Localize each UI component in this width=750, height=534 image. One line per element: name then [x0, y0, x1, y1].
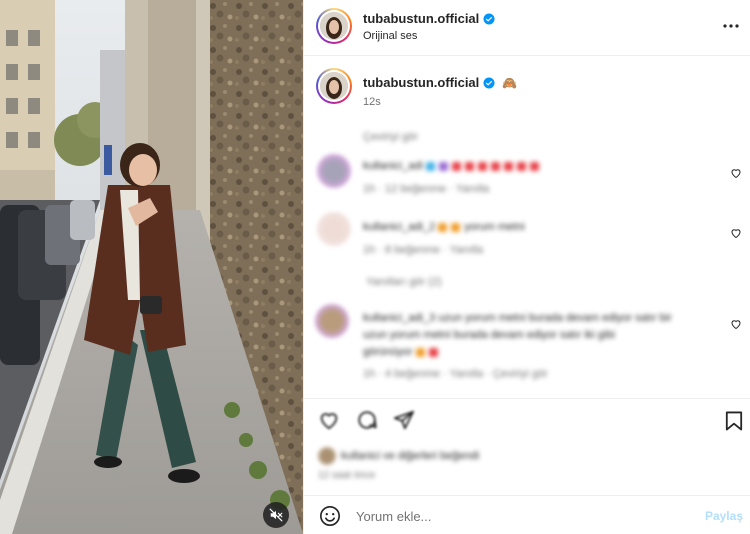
- heart-outline-icon: [731, 229, 741, 239]
- heart-outline-icon: [320, 413, 338, 430]
- avatar[interactable]: [316, 8, 352, 44]
- post-date: 12 saat önce: [318, 470, 376, 481]
- caption: tubabustun.official 🙈: [363, 75, 517, 90]
- save-button[interactable]: [723, 410, 745, 432]
- comment-meta: 1h · 8 beğenme · Yanıtla: [363, 244, 484, 256]
- comment-text-line: uzun yorum metni burada devam ediyor sat…: [363, 329, 615, 341]
- comment-text-line: görünüyor: [363, 346, 442, 358]
- more-horizontal-icon: [723, 24, 739, 28]
- post-comment-button[interactable]: Paylaş: [705, 509, 743, 523]
- post-details-panel: tubabustun.official Orijinal ses tubabus…: [303, 0, 750, 534]
- likes-avatar[interactable]: [318, 447, 336, 465]
- share-icon: [393, 410, 415, 430]
- comment-avatar[interactable]: [317, 154, 351, 188]
- caption-timestamp: 12s: [363, 96, 381, 108]
- verified-badge-icon: [483, 77, 495, 89]
- comment-avatar[interactable]: [317, 212, 351, 246]
- comment-button[interactable]: [355, 408, 379, 432]
- comment-username[interactable]: kullanici_adi_2: [363, 221, 435, 233]
- post-media-video[interactable]: [0, 0, 303, 534]
- see-translation-link[interactable]: Çeviriyi gör: [363, 131, 418, 143]
- comment-like-button[interactable]: [729, 226, 743, 240]
- comment-meta: 1h · 12 beğenme · Yanıtla: [363, 183, 490, 195]
- muted-speaker-icon: [269, 508, 283, 522]
- comment-username[interactable]: kullanici_adi_3: [363, 312, 435, 324]
- comment-icon: [358, 411, 377, 429]
- comment-meta: 1h · 4 beğenme · Yanıtla · Çeviriyi gör: [363, 368, 548, 380]
- comment-like-button[interactable]: [729, 166, 743, 180]
- author-username-link[interactable]: tubabustun.official: [363, 11, 479, 26]
- bookmark-icon: [725, 411, 743, 431]
- comment-avatar[interactable]: [315, 304, 349, 338]
- heart-outline-icon: [731, 169, 741, 179]
- comment-text: kullanici_adi_2 yorum metni: [363, 221, 525, 233]
- emoji-picker-button[interactable]: [318, 504, 342, 528]
- view-replies-link[interactable]: Yanıtları gör (2): [366, 276, 442, 288]
- mute-toggle-button[interactable]: [263, 502, 289, 528]
- post-actions-bar: [304, 398, 750, 438]
- caption-avatar[interactable]: [316, 68, 352, 104]
- post-header: tubabustun.official Orijinal ses: [304, 0, 750, 56]
- verified-badge-icon: [483, 13, 495, 25]
- share-button[interactable]: [392, 408, 416, 432]
- heart-outline-icon: [731, 320, 741, 330]
- more-options-button[interactable]: [721, 16, 741, 36]
- comment-input[interactable]: [356, 505, 686, 527]
- audio-link[interactable]: Orijinal ses: [363, 30, 417, 42]
- like-button[interactable]: [317, 408, 341, 432]
- likes-count[interactable]: kullanici ve diğerleri beğendi: [341, 450, 479, 462]
- comment-username[interactable]: kullanici_adi: [363, 160, 423, 172]
- comment-text: kullanici_adi_3 uzun yorum metni burada …: [363, 312, 672, 324]
- comment-like-button[interactable]: [729, 317, 743, 331]
- caption-username-link[interactable]: tubabustun.official: [363, 75, 479, 90]
- comment-text: kullanici_adi: [363, 160, 543, 172]
- video-frame: [0, 0, 303, 534]
- caption-text: 🙈: [502, 75, 518, 90]
- comment-composer: Paylaş: [304, 495, 750, 534]
- emoji-smile-icon: [320, 506, 340, 526]
